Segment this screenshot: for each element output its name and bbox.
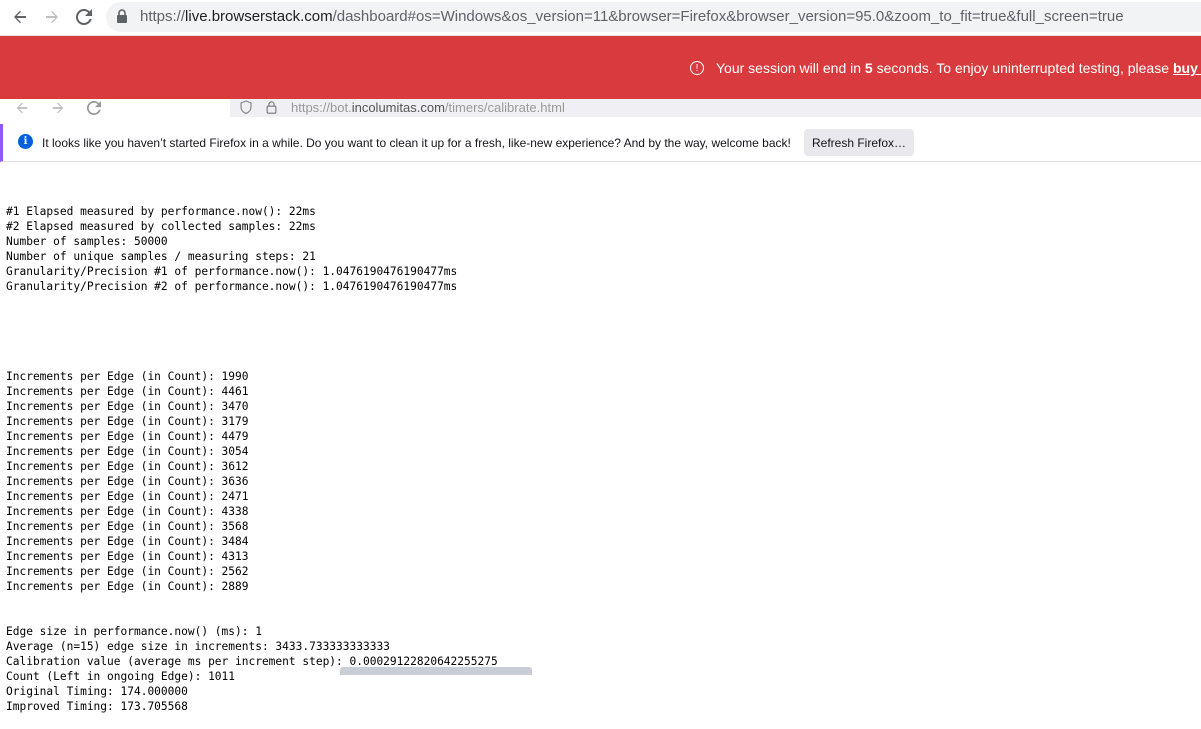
increment-line: Increments per Edge (in Count): 2562 [6, 564, 498, 579]
increment-label: Increments per Edge (in Count): [6, 385, 222, 398]
address-text: https://live.browserstack.com/dashboard#… [140, 8, 1124, 25]
session-seconds: 5 [864, 60, 873, 76]
increment-label: Increments per Edge (in Count): [6, 550, 222, 563]
summary-line: #1 Elapsed measured by performance.now()… [6, 205, 316, 218]
increment-line: Increments per Edge (in Count): 2889 [6, 579, 498, 594]
reload-icon [76, 9, 92, 25]
session-message: ! Your session will end in 5 seconds. To… [690, 60, 1201, 76]
increment-label: Increments per Edge (in Count): [6, 445, 222, 458]
inner-browser-toolbar: https://bot.incolumitas.com/timers/calib… [0, 99, 1201, 121]
scroll-indicator[interactable] [340, 667, 532, 675]
increment-value: 4338 [221, 505, 249, 518]
increment-value: 3636 [221, 475, 249, 488]
result-line: Edge size in performance.now() (ms): 1 [6, 625, 262, 638]
increment-label: Increments per Edge (in Count): [6, 505, 222, 518]
increment-value: 3612 [221, 460, 249, 473]
increment-line: Increments per Edge (in Count): 3568 [6, 519, 498, 534]
arrow-right-icon [46, 10, 58, 24]
increment-line: Increments per Edge (in Count): 4461 [6, 384, 498, 399]
increment-value: 2889 [221, 580, 249, 593]
timing-summary: #1 Elapsed measured by performance.now()… [6, 204, 498, 294]
increment-label: Increments per Edge (in Count): [6, 490, 222, 503]
arrow-left-icon [14, 10, 26, 24]
result-line: Improved Timing: 173.705568 [6, 700, 188, 713]
arrow-left-icon [16, 102, 28, 114]
increments-list: Increments per Edge (in Count): 1990 Incr… [6, 369, 498, 594]
increment-label: Increments per Edge (in Count): [6, 415, 222, 428]
inner-address-bar[interactable]: https://bot.incolumitas.com/timers/calib… [230, 99, 1201, 117]
increment-value: 4461 [221, 385, 249, 398]
inner-forward-button[interactable] [50, 100, 66, 116]
summary-line: Granularity/Precision #1 of performance.… [6, 265, 458, 278]
summary-line: Granularity/Precision #2 of performance.… [6, 280, 458, 293]
lock-icon[interactable] [116, 9, 130, 25]
increment-line: Increments per Edge (in Count): 4479 [6, 429, 498, 444]
increment-value: 4479 [221, 430, 249, 443]
increment-value: 3568 [221, 520, 249, 533]
lock-icon[interactable] [266, 101, 277, 114]
increment-line: Increments per Edge (in Count): 4338 [6, 504, 498, 519]
back-button[interactable] [8, 5, 32, 29]
shield-icon[interactable] [240, 100, 252, 114]
increment-line: Increments per Edge (in Count): 3636 [6, 474, 498, 489]
arrow-right-icon [52, 102, 64, 114]
result-line: Average (n=15) edge size in increments: … [6, 640, 390, 653]
buy-plan-link[interactable]: buy a p [1173, 60, 1201, 76]
increment-line: Increments per Edge (in Count): 2471 [6, 489, 498, 504]
summary-line: Number of unique samples / measuring ste… [6, 250, 316, 263]
increment-value: 3470 [221, 400, 249, 413]
increment-label: Increments per Edge (in Count): [6, 370, 222, 383]
increment-line: Increments per Edge (in Count): 3470 [6, 399, 498, 414]
info-icon: i [18, 134, 33, 149]
timing-output: #1 Elapsed measured by performance.now()… [6, 174, 498, 729]
increment-line: Increments per Edge (in Count): 3054 [6, 444, 498, 459]
session-expiry-banner: ! Your session will end in 5 seconds. To… [0, 36, 1201, 99]
increment-line: Increments per Edge (in Count): 3612 [6, 459, 498, 474]
increment-value: 3484 [221, 535, 249, 548]
increment-value: 2471 [221, 490, 249, 503]
increment-label: Increments per Edge (in Count): [6, 400, 222, 413]
notification-message: It looks like you haven’t started Firefo… [42, 136, 791, 150]
increment-value: 2562 [221, 565, 249, 578]
reload-button[interactable] [72, 5, 96, 29]
inner-address-text: https://bot.incolumitas.com/timers/calib… [291, 100, 565, 115]
result-line: Original Timing: 174.000000 [6, 685, 188, 698]
address-bar[interactable]: https://live.browserstack.com/dashboard#… [106, 2, 1201, 32]
reload-icon [87, 101, 101, 115]
alert-icon: ! [690, 61, 704, 75]
increment-line: Increments per Edge (in Count): 1990 [6, 369, 498, 384]
increment-label: Increments per Edge (in Count): [6, 565, 222, 578]
inner-reload-button[interactable] [86, 100, 102, 116]
increment-label: Increments per Edge (in Count): [6, 475, 222, 488]
increment-label: Increments per Edge (in Count): [6, 520, 222, 533]
increment-label: Increments per Edge (in Count): [6, 535, 222, 548]
summary-line: #2 Elapsed measured by collected samples… [6, 220, 316, 233]
increment-label: Increments per Edge (in Count): [6, 460, 222, 473]
increment-label: Increments per Edge (in Count): [6, 430, 222, 443]
refresh-firefox-button[interactable]: Refresh Firefox… [804, 129, 914, 156]
increment-line: Increments per Edge (in Count): 3484 [6, 534, 498, 549]
increment-line: Increments per Edge (in Count): 4313 [6, 549, 498, 564]
inner-back-button[interactable] [14, 100, 30, 116]
refresh-firefox-notification: i It looks like you haven’t started Fire… [0, 124, 1201, 162]
forward-button[interactable] [40, 5, 64, 29]
increment-label: Increments per Edge (in Count): [6, 580, 222, 593]
increment-line: Increments per Edge (in Count): 3179 [6, 414, 498, 429]
increment-value: 3054 [221, 445, 249, 458]
outer-browser-toolbar: https://live.browserstack.com/dashboard#… [0, 0, 1201, 36]
increment-value: 4313 [221, 550, 249, 563]
increment-value: 3179 [221, 415, 249, 428]
summary-line: Number of samples: 50000 [6, 235, 168, 248]
increment-value: 1990 [221, 370, 249, 383]
